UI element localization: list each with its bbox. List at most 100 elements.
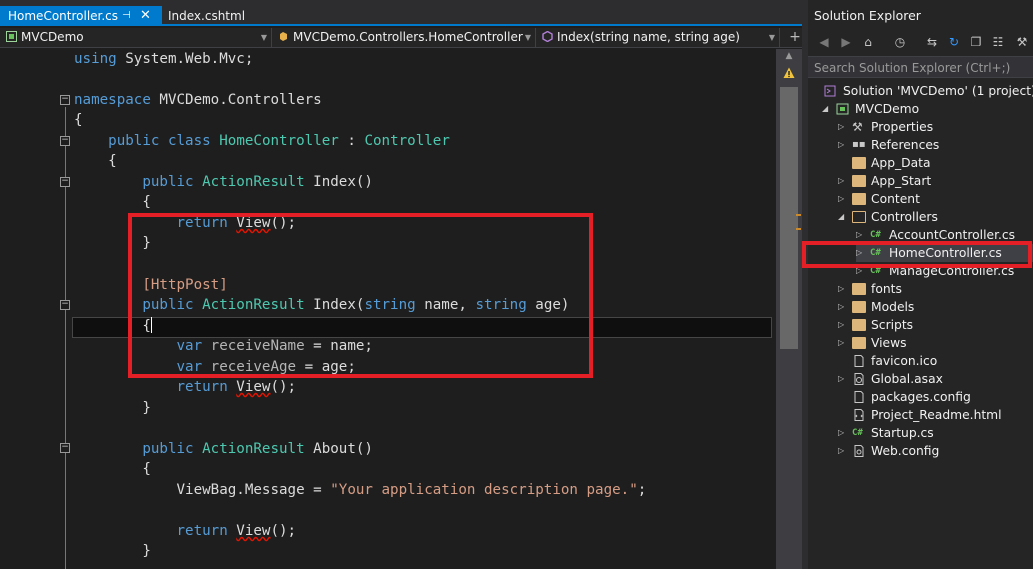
member-dropdown-value: Index(string name, string age)	[557, 30, 740, 44]
code-token: ;	[637, 482, 647, 498]
collapsed-arrow-icon[interactable]: ▷	[856, 262, 866, 280]
tree-node-label: App_Data	[871, 156, 931, 170]
back-icon[interactable]: ◀	[816, 34, 832, 50]
code-line: return View();	[74, 521, 297, 541]
tree-node-fonts[interactable]: ▷ fonts	[838, 280, 1033, 298]
vertical-scrollbar[interactable]: ▲	[776, 49, 802, 569]
tree-node-solution[interactable]: Solution 'MVCDemo' (1 project)	[814, 82, 1033, 100]
collapsed-arrow-icon[interactable]: ▷	[856, 244, 866, 262]
collapsed-arrow-icon[interactable]: ▷	[856, 226, 866, 244]
tree-node-account-controller[interactable]: ▷ C# AccountController.cs	[856, 226, 1033, 244]
tree-node-label: MVCDemo	[855, 102, 920, 116]
scrollbar-thumb[interactable]	[780, 87, 798, 349]
collapsed-arrow-icon[interactable]: ▷	[838, 334, 848, 352]
code-token: {	[142, 318, 151, 334]
history-icon[interactable]: ◷	[892, 34, 908, 50]
collapsed-arrow-icon[interactable]: ▷	[838, 298, 848, 316]
config-icon	[854, 445, 864, 457]
code-line: public ActionResult Index(string name, s…	[74, 295, 569, 315]
tree-node-manage-controller[interactable]: ▷ C# ManageController.cs	[856, 262, 1033, 280]
code-token: return	[176, 215, 228, 231]
expanded-arrow-icon[interactable]: ◢	[822, 100, 832, 118]
text-caret	[150, 317, 152, 333]
refresh-icon[interactable]: ↻	[946, 34, 962, 50]
properties-icon[interactable]: ⚒	[1014, 34, 1030, 50]
pin-icon[interactable]: ⊣	[122, 6, 131, 26]
tree-node-startup[interactable]: ▷ C# Startup.cs	[838, 424, 1033, 442]
fold-toggle-icon[interactable]: −	[60, 300, 70, 310]
tree-node-label: Controllers	[871, 210, 938, 224]
collapsed-arrow-icon[interactable]: ▷	[838, 280, 848, 298]
tree-node-project[interactable]: ◢ MVCDemo	[822, 100, 1033, 118]
show-files-icon[interactable]: ☷	[990, 34, 1006, 50]
close-icon[interactable]: ✕	[140, 6, 151, 26]
csharp-icon: C#	[852, 428, 863, 438]
class-icon	[280, 32, 287, 41]
tree-node-views[interactable]: ▷ Views	[838, 334, 1033, 352]
code-token: name,	[415, 297, 476, 313]
tree-node-label: Properties	[871, 120, 934, 134]
tree-node-scripts[interactable]: ▷ Scripts	[838, 316, 1033, 334]
tree-node-label: Global.asax	[871, 372, 943, 386]
collapsed-arrow-icon[interactable]: ▷	[838, 118, 848, 136]
tree-node-app-start[interactable]: ▷ App_Start	[838, 172, 1033, 190]
file-icon	[854, 355, 864, 367]
warning-icon[interactable]	[783, 67, 795, 79]
collapsed-arrow-icon[interactable]: ▷	[838, 442, 848, 460]
config-icon	[854, 391, 864, 403]
fold-toggle-icon[interactable]: −	[60, 177, 70, 187]
collapse-icon[interactable]: ❐	[968, 34, 984, 50]
tree-node-packages-config[interactable]: packages.config	[838, 388, 1033, 406]
tree-node-project-readme[interactable]: Project_Readme.html	[838, 406, 1033, 424]
code-token: [HttpPost]	[142, 277, 228, 293]
project-dropdown[interactable]: MVCDemo ▼	[0, 28, 272, 47]
tree-node-favicon[interactable]: favicon.ico	[838, 352, 1033, 370]
code-editor[interactable]: − − − − − using System.Web.Mvc; namespac…	[0, 49, 776, 569]
collapsed-arrow-icon[interactable]: ▷	[838, 316, 848, 334]
tab-index-cshtml[interactable]: Index.cshtml	[162, 6, 251, 26]
tree-node-properties[interactable]: ▷ ⚒ Properties	[838, 118, 1033, 136]
tree-node-content[interactable]: ▷ Content	[838, 190, 1033, 208]
fold-toggle-icon[interactable]: −	[60, 136, 70, 146]
tree-node-web-config[interactable]: ▷ Web.config	[838, 442, 1033, 460]
code-token: ActionResult	[202, 441, 305, 457]
collapsed-arrow-icon[interactable]: ▷	[838, 424, 848, 442]
home-icon[interactable]: ⌂	[860, 34, 876, 50]
tree-node-app-data[interactable]: App_Data	[838, 154, 1033, 172]
class-dropdown[interactable]: MVCDemo.Controllers.HomeController ▼	[272, 28, 536, 47]
sync-icon[interactable]: ⇆	[924, 34, 940, 50]
tree-node-label: ManageController.cs	[889, 264, 1015, 278]
code-line: {	[74, 110, 83, 130]
collapsed-arrow-icon[interactable]: ▷	[838, 172, 848, 190]
tree-node-references[interactable]: ▷ ▪▪ References	[838, 136, 1033, 154]
code-token: return	[176, 379, 228, 395]
tree-node-label: Project_Readme.html	[871, 408, 1002, 422]
code-line: public ActionResult About()	[74, 439, 373, 459]
code-line: using System.Web.Mvc;	[74, 49, 253, 69]
tree-node-home-controller[interactable]: ▷ C# HomeController.cs	[856, 244, 1033, 262]
collapsed-arrow-icon[interactable]: ▷	[838, 370, 848, 388]
tree-node-label: App_Start	[871, 174, 932, 188]
code-token: public	[108, 133, 160, 149]
search-input[interactable]	[814, 59, 1026, 76]
code-token: :	[338, 133, 365, 149]
code-token: public	[142, 441, 194, 457]
fold-toggle-icon[interactable]: −	[60, 443, 70, 453]
code-token: var	[176, 338, 203, 354]
forward-icon[interactable]: ▶	[838, 34, 854, 50]
collapsed-arrow-icon[interactable]: ▷	[838, 190, 848, 208]
collapsed-arrow-icon[interactable]: ▷	[838, 136, 848, 154]
code-token: {	[142, 461, 151, 477]
code-line: }	[74, 233, 151, 253]
tree-node-controllers[interactable]: ◢ Controllers	[838, 208, 1033, 226]
search-box[interactable]	[808, 56, 1033, 78]
tab-home-controller[interactable]: HomeController.cs ⊣ ✕	[0, 6, 162, 26]
code-token: receiveName	[202, 338, 305, 354]
fold-toggle-icon[interactable]: −	[60, 95, 70, 105]
expanded-arrow-icon[interactable]: ◢	[838, 208, 848, 226]
tree-node-models[interactable]: ▷ Models	[838, 298, 1033, 316]
code-token: }	[142, 235, 151, 251]
tree-node-global-asax[interactable]: ▷ Global.asax	[838, 370, 1033, 388]
member-dropdown[interactable]: Index(string name, string age) ▼	[536, 28, 780, 47]
scroll-up-icon[interactable]: ▲	[780, 51, 798, 67]
